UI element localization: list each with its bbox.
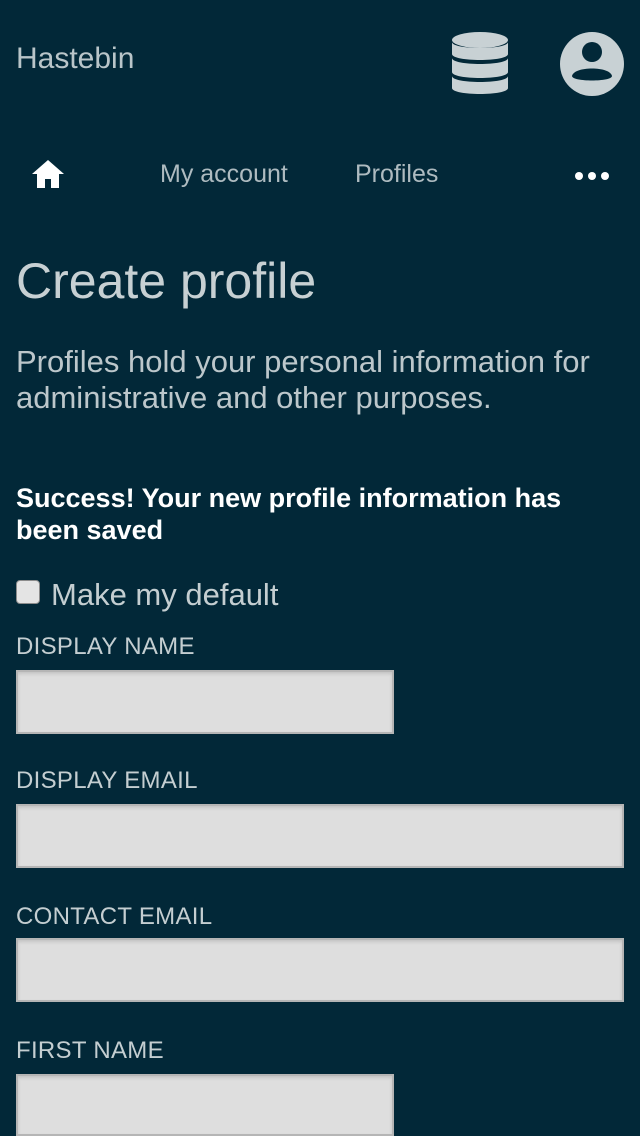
main-nav: My account Profiles	[0, 140, 640, 210]
make-default-label[interactable]: Make my default	[51, 577, 278, 613]
page-title: Create profile	[16, 253, 317, 309]
account-button[interactable]	[558, 30, 626, 98]
first-name-label: FIRST NAME	[16, 1037, 164, 1064]
make-default-checkbox[interactable]	[16, 580, 40, 604]
app-title[interactable]: Hastebin	[16, 42, 134, 76]
database-icon	[452, 32, 508, 94]
database-button[interactable]	[444, 28, 516, 100]
account-circle-icon	[560, 32, 624, 96]
contact-email-field[interactable]	[16, 938, 624, 1002]
nav-more-button[interactable]	[568, 162, 616, 190]
first-name-field[interactable]	[16, 1074, 394, 1136]
page-intro: Profiles hold your personal information …	[16, 344, 590, 415]
display-email-label: DISPLAY EMAIL	[16, 767, 198, 794]
display-name-field[interactable]	[16, 670, 394, 734]
success-message: Success! Your new profile information ha…	[16, 483, 562, 545]
display-name-label: DISPLAY NAME	[16, 633, 195, 660]
display-email-field[interactable]	[16, 804, 624, 868]
more-horizontal-icon	[575, 172, 609, 180]
nav-link-my-account[interactable]: My account	[160, 160, 288, 189]
contact-email-label: CONTACT EMAIL	[16, 903, 213, 930]
app-bar: Hastebin	[0, 0, 640, 124]
nav-link-profiles[interactable]: Profiles	[355, 160, 438, 189]
nav-home-button[interactable]	[26, 154, 70, 194]
home-icon	[32, 160, 64, 188]
